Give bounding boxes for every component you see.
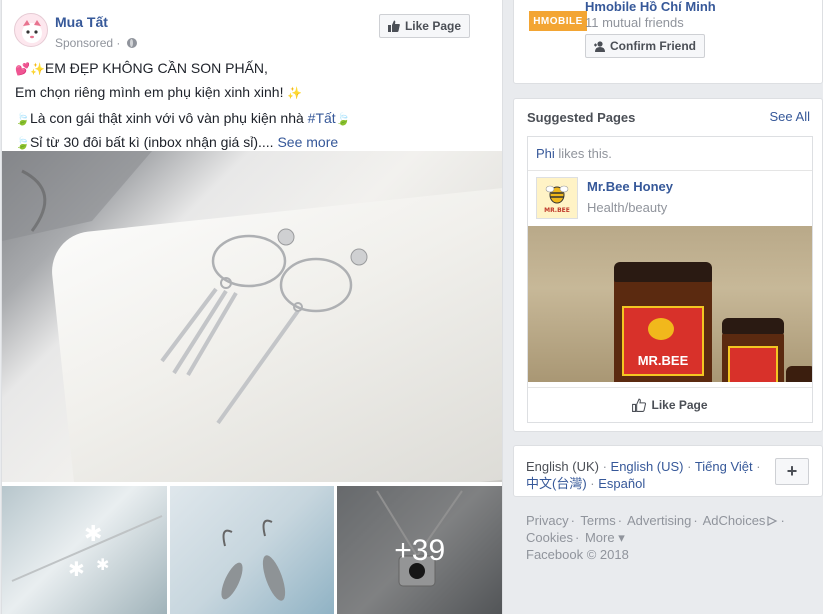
suggested-page-item: Phi likes this. MR.BEE Mr.Bee Honey Heal…: [527, 136, 813, 423]
more-photos-count[interactable]: +39: [337, 486, 502, 614]
suggested-pages-title: Suggested Pages: [527, 110, 636, 125]
like-page-button[interactable]: Like Page: [378, 14, 470, 38]
see-all-link[interactable]: See All: [770, 109, 810, 124]
svg-text:✱: ✱: [68, 557, 85, 581]
necklace-illustration: ✱ ✱ ✱: [11, 515, 163, 582]
svg-text:MR.BEE: MR.BEE: [544, 207, 570, 214]
sponsored-label: Sponsored ·: [55, 36, 137, 50]
language-link-es[interactable]: Español: [598, 476, 645, 491]
thumbnail-photo-1[interactable]: ✱ ✱ ✱: [2, 486, 167, 614]
language-links: English (UK) · English (US) · Tiếng Việt…: [526, 459, 761, 491]
friend-name-link[interactable]: Phi: [536, 146, 555, 161]
suggested-page-category: Health/beauty: [587, 200, 668, 215]
confirm-friend-label: Confirm Friend: [610, 39, 696, 53]
post-line-2: Em chọn riêng mình em phụ kiện xinh xinh…: [15, 84, 303, 100]
sponsored-text[interactable]: Sponsored: [55, 36, 113, 50]
more-languages-button[interactable]: +: [775, 458, 809, 485]
see-more-link[interactable]: See more: [277, 134, 338, 150]
post-header: Mua Tất Sponsored · Like Page: [14, 11, 490, 51]
bee-icon: MR.BEE: [544, 185, 570, 214]
jar-bee-icon: [648, 318, 674, 340]
jar-label-text: MR.BEE: [637, 353, 689, 368]
page-name-link[interactable]: Mua Tất: [55, 14, 108, 30]
hmobile-logo[interactable]: HMOBILE: [529, 11, 587, 31]
post-line-1: 💕✨EM ĐẸP KHÔNG CẦN SON PHẤN,: [15, 60, 268, 76]
language-link-vi[interactable]: Tiếng Việt: [695, 459, 753, 474]
honey-jar-small: [786, 366, 812, 382]
adchoices-icon: [767, 516, 778, 526]
divider: [528, 170, 812, 171]
more-chevron-icon[interactable]: ▾: [618, 530, 625, 545]
copyright: Facebook © 2018: [526, 547, 629, 562]
suggested-page-photo[interactable]: MR.BEE: [528, 226, 812, 382]
footer-link-terms[interactable]: Terms: [580, 513, 615, 528]
earrings-illustration: [2, 151, 368, 425]
mr-bee-logo[interactable]: MR.BEE: [536, 177, 578, 219]
footer-link-privacy[interactable]: Privacy: [526, 513, 569, 528]
mutual-friends-link[interactable]: 11 mutual friends: [585, 15, 684, 30]
current-language: English (UK): [526, 459, 599, 474]
language-link-en-us[interactable]: English (US): [611, 459, 684, 474]
thumbnail-photo-2[interactable]: [169, 486, 335, 614]
post-line-3: 🍃Là con gái thật xinh với vô vàn phụ kiệ…: [15, 110, 351, 126]
social-context: Phi likes this.: [536, 146, 612, 161]
thumbnail-photo-3[interactable]: +39: [337, 486, 502, 614]
footer: Privacy · Terms · Advertising · AdChoices · …: [526, 513, 785, 562]
suggested-page-name[interactable]: Mr.Bee Honey: [587, 179, 673, 194]
suggested-like-label: Like Page: [651, 397, 708, 412]
honey-jar-large: MR.BEE: [614, 262, 712, 382]
confirm-friend-button[interactable]: Confirm Friend: [585, 34, 705, 58]
footer-link-more[interactable]: More: [585, 530, 615, 545]
post-text: 💕✨EM ĐẸP KHÔNG CẦN SON PHẤN, Em chọn riê…: [15, 59, 485, 157]
globe-icon: [126, 38, 137, 48]
thumbs-up-outline-icon: [632, 398, 647, 412]
footer-link-adchoices[interactable]: AdChoices: [703, 513, 766, 528]
add-friend-icon: [594, 40, 605, 52]
friend-request-name[interactable]: Hmobile Hồ Chí Minh: [585, 0, 716, 14]
main-photo-earrings[interactable]: [2, 151, 502, 482]
language-card: English (UK) · English (US) · Tiếng Việt…: [513, 445, 823, 497]
page-avatar[interactable]: [14, 13, 48, 47]
suggested-like-page-button[interactable]: Like Page: [528, 387, 812, 421]
svg-text:✱: ✱: [84, 522, 102, 547]
language-link-zh-tw[interactable]: 中文(台灣): [526, 476, 587, 491]
footer-link-advertising[interactable]: Advertising: [627, 513, 691, 528]
like-page-label: Like Page: [404, 19, 461, 33]
thumbs-up-icon: [387, 20, 400, 32]
svg-text:✱: ✱: [96, 555, 109, 574]
honey-jar-medium: [722, 318, 784, 382]
friend-request-card: HMOBILE Hmobile Hồ Chí Minh 11 mutual fr…: [513, 0, 823, 84]
post-line-4: 🍃Sỉ từ 30 đôi bất kì (inbox nhận giá sỉ)…: [15, 134, 339, 150]
sponsored-post: Mua Tất Sponsored · Like Page 💕✨EM ĐẸP K…: [1, 0, 503, 614]
leaf-earrings-illustration: [221, 519, 285, 601]
photo-thumbnails: ✱ ✱ ✱ +39: [2, 486, 502, 614]
suggested-pages-card: Suggested Pages See All Phi likes this. …: [513, 98, 823, 432]
footer-link-cookies[interactable]: Cookies: [526, 530, 573, 545]
hashtag-link[interactable]: #Tất: [308, 110, 336, 126]
